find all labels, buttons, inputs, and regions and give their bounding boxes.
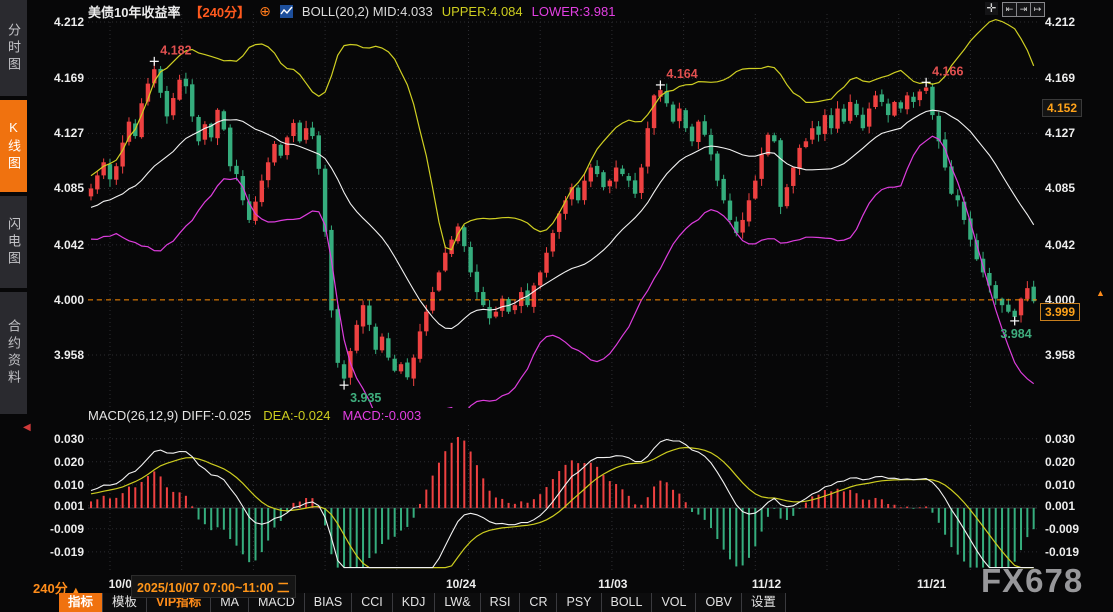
- low-annotation: 3.935: [350, 391, 381, 405]
- upper-band-axis-badge: 4.152: [1042, 99, 1082, 117]
- y-axis-tick-label: 4.212: [1045, 15, 1099, 29]
- y-axis-tick-label: -0.019: [1045, 545, 1099, 559]
- y-axis-tick-label: 0.030: [30, 432, 84, 446]
- macd-dea-label: DEA:-0.024: [263, 408, 330, 423]
- goto-latest-icon[interactable]: ↦: [1030, 2, 1045, 17]
- y-axis-tick-label: 0.030: [1045, 432, 1099, 446]
- high-annotation: 4.182: [160, 43, 191, 57]
- menu-item-9[interactable]: LW&: [435, 593, 480, 612]
- period-label: 【240分】: [189, 2, 250, 21]
- instrument-title: 美债10年收益率: [88, 2, 180, 21]
- y-axis-tick-label: 4.127: [30, 126, 84, 140]
- last-price-axis-badge: 3.999: [1040, 303, 1080, 321]
- macd-header: MACD(26,12,9) DIFF:-0.025 DEA:-0.024 MAC…: [88, 408, 421, 423]
- menu-item-7[interactable]: CCI: [352, 593, 393, 612]
- y-axis-tick-label: -0.019: [30, 545, 84, 559]
- add-indicator-icon[interactable]: ⊕: [259, 3, 271, 20]
- menu-item-12[interactable]: PSY: [557, 593, 601, 612]
- chart-title-bar: 美债10年收益率 【240分】 ⊕ BOLL(20,2) MID:4.033 U…: [88, 3, 615, 20]
- sidebar-tab-4[interactable]: 合约资料: [0, 292, 27, 414]
- y-axis-tick-label: 0.001: [30, 499, 84, 513]
- menu-item-11[interactable]: CR: [520, 593, 557, 612]
- y-axis-tick-label: 4.085: [1045, 181, 1099, 195]
- sidebar-tab-2[interactable]: K线图: [0, 100, 27, 192]
- expand-x-icon[interactable]: ⇥: [1016, 2, 1031, 17]
- sidebar-tab-3[interactable]: 闪电图: [0, 196, 27, 288]
- boll-mid-label: BOLL(20,2) MID:4.033: [302, 4, 433, 19]
- menu-item-1[interactable]: 指标: [59, 593, 103, 612]
- y-axis-tick-label: 0.010: [30, 478, 84, 492]
- compress-x-icon[interactable]: ⇤: [1002, 2, 1017, 17]
- x-axis-label: 10/24: [446, 577, 476, 591]
- y-axis-tick-label: 4.169: [30, 71, 84, 85]
- y-axis-tick-label: 3.958: [30, 348, 84, 362]
- y-axis-tick-label: 4.127: [1045, 126, 1099, 140]
- boll-lower-label: LOWER:3.981: [532, 4, 616, 19]
- y-axis-tick-label: 0.010: [1045, 478, 1099, 492]
- y-axis-tick-label: 4.000: [30, 293, 84, 307]
- high-annotation: 4.166: [932, 64, 963, 78]
- x-axis-label: 11/03: [598, 577, 627, 591]
- latest-price-arrow-icon: ▲: [1096, 288, 1105, 298]
- chart-terminal-window: 分时图 K线图闪电图合约资料 美债10年收益率 【240分】 ⊕ BOLL(20,…: [0, 0, 1113, 612]
- high-annotation: 4.164: [666, 67, 697, 81]
- x-axis-label: 11/12: [752, 577, 781, 591]
- x-axis-label: 11/21: [917, 577, 946, 591]
- pan-icon[interactable]: ✛: [985, 2, 998, 15]
- sidebar-tab-1[interactable]: 分时图: [0, 0, 27, 96]
- y-axis-tick-label: 0.001: [1045, 499, 1099, 513]
- y-axis-tick-label: 3.958: [1045, 348, 1099, 362]
- y-axis-tick-label: 4.042: [1045, 238, 1099, 252]
- candlestick-chart-canvas[interactable]: 4.182 4.164 4.166 3.935 3.984: [88, 14, 1037, 408]
- menu-item-6[interactable]: BIAS: [305, 593, 353, 612]
- y-axis-tick-label: 0.020: [1045, 455, 1099, 469]
- y-axis-tick-label: -0.009: [1045, 522, 1099, 536]
- menu-item-8[interactable]: KDJ: [393, 593, 436, 612]
- y-axis-tick-label: 4.212: [30, 15, 84, 29]
- boll-chart-icon: [280, 5, 293, 18]
- y-axis-tick-label: -0.009: [30, 522, 84, 536]
- macd-diff-label: MACD(26,12,9) DIFF:-0.025: [88, 408, 251, 423]
- menu-item-14[interactable]: VOL: [652, 593, 696, 612]
- scroll-left-icon[interactable]: ◀: [23, 422, 31, 433]
- y-axis-tick-label: 4.085: [30, 181, 84, 195]
- menu-item-10[interactable]: RSI: [481, 593, 521, 612]
- menu-item-15[interactable]: OBV: [696, 593, 741, 612]
- low-annotation: 3.984: [1000, 327, 1031, 341]
- y-axis-tick-label: 4.042: [30, 238, 84, 252]
- bar-info-tooltip: 2025/10/07 07:00~11:00 二: [131, 575, 296, 598]
- y-axis-tick-label: 0.020: [30, 455, 84, 469]
- y-axis-tick-label: 4.169: [1045, 71, 1099, 85]
- boll-upper-label: UPPER:4.084: [442, 4, 523, 19]
- menu-item-16[interactable]: 设置: [742, 593, 786, 612]
- fx678-watermark: FX678: [981, 562, 1083, 600]
- macd-chart-canvas[interactable]: [88, 425, 1037, 570]
- menu-item-13[interactable]: BOLL: [602, 593, 653, 612]
- macd-value-label: MACD:-0.003: [342, 408, 421, 423]
- x-axis-label: 10/0: [109, 577, 132, 591]
